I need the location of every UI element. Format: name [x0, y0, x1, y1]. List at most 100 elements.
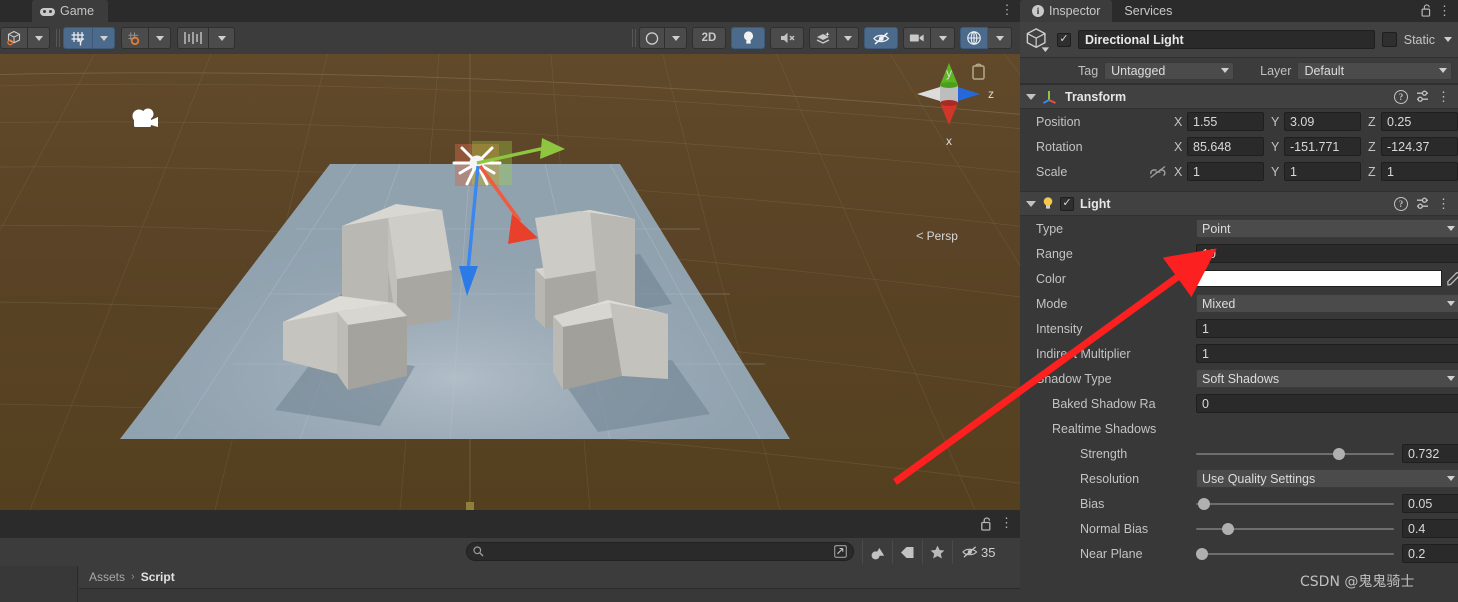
- object-name-field[interactable]: Directional Light: [1078, 30, 1375, 49]
- lock-open-icon[interactable]: [1421, 4, 1432, 17]
- slider-knob[interactable]: [1196, 547, 1208, 560]
- light-intensity-field[interactable]: 1: [1196, 319, 1458, 338]
- kebab-menu-icon[interactable]: ⋮: [1437, 90, 1450, 103]
- chevron-down-icon: [155, 35, 164, 41]
- pivot-tool-dropdown[interactable]: [28, 27, 50, 49]
- chevron-down-icon: [99, 35, 108, 41]
- eyedropper-icon[interactable]: [1446, 271, 1458, 287]
- light-mode-dropdown[interactable]: Mixed: [1196, 294, 1458, 313]
- light-shadow-type-label: Shadow Type: [1036, 371, 1112, 386]
- component-header-transform[interactable]: Transform ? ⋮: [1020, 84, 1458, 109]
- project-search-box[interactable]: [466, 542, 854, 561]
- tab-inspector[interactable]: i Inspector: [1020, 0, 1113, 22]
- filter-favorites-button[interactable]: [922, 540, 952, 564]
- layer-dropdown[interactable]: Default: [1297, 61, 1452, 80]
- transform-move-gizmo[interactable]: [420, 116, 620, 316]
- position-z-field[interactable]: 0.25: [1381, 112, 1458, 131]
- window-expand-icon[interactable]: [834, 545, 847, 558]
- light-near-plane-slider[interactable]: [1196, 544, 1394, 563]
- position-x-field[interactable]: 1.55: [1187, 112, 1264, 131]
- filter-by-type-button[interactable]: [862, 540, 892, 564]
- light-near-plane-field[interactable]: 0.2: [1402, 544, 1458, 563]
- inspector-menu-icon[interactable]: ⋮: [1438, 3, 1451, 18]
- scale-z-field[interactable]: 1: [1381, 162, 1458, 181]
- increment-snap-dropdown[interactable]: [209, 27, 235, 49]
- component-header-light[interactable]: ✓ Light ? ⋮: [1020, 191, 1458, 216]
- light-bias-label: Bias: [1080, 496, 1105, 511]
- magnet-snap-dropdown[interactable]: [149, 27, 171, 49]
- light-normal-bias-slider[interactable]: [1196, 519, 1394, 538]
- filter-by-label-button[interactable]: [892, 540, 922, 564]
- project-file-grid[interactable]: [79, 588, 1020, 602]
- rotation-y-field[interactable]: -151.771: [1284, 137, 1361, 156]
- static-checkbox[interactable]: [1381, 32, 1397, 47]
- grid-snap-dropdown[interactable]: [93, 27, 115, 49]
- light-enabled-checkbox[interactable]: ✓: [1060, 196, 1074, 211]
- scene-camera-gizmo-icon[interactable]: [128, 106, 162, 132]
- light-baked-shadow-radius-field[interactable]: 0: [1196, 394, 1458, 413]
- 2d-toggle[interactable]: 2D: [692, 27, 726, 49]
- preset-icon[interactable]: [1416, 197, 1429, 210]
- camera-settings[interactable]: [903, 27, 931, 49]
- breadcrumb-assets[interactable]: Assets: [89, 570, 125, 584]
- grid-snap[interactable]: [63, 27, 93, 49]
- light-indirect-multiplier-field[interactable]: 1: [1196, 344, 1458, 363]
- light-strength-slider[interactable]: [1196, 444, 1394, 463]
- shading-mode-dropdown[interactable]: [665, 27, 687, 49]
- light-normal-bias-label: Normal Bias: [1080, 521, 1149, 536]
- light-range-field[interactable]: 10: [1196, 244, 1458, 263]
- tab-game[interactable]: Game: [32, 0, 109, 22]
- light-resolution-dropdown[interactable]: Use Quality Settings: [1196, 469, 1458, 488]
- static-dropdown-icon[interactable]: [1444, 37, 1452, 42]
- hidden-objects-toggle[interactable]: [864, 27, 898, 49]
- slider-knob[interactable]: [1197, 497, 1210, 510]
- gizmos-dropdown[interactable]: [988, 27, 1012, 49]
- camera-dropdown[interactable]: [931, 27, 955, 49]
- light-color-swatch[interactable]: [1196, 270, 1442, 287]
- rotation-z-field[interactable]: -124.37: [1381, 137, 1458, 156]
- breadcrumb-script[interactable]: Script: [141, 570, 175, 584]
- effects-dropdown[interactable]: [837, 27, 859, 49]
- hidden-objects-counter[interactable]: 35: [952, 540, 995, 564]
- increment-snap[interactable]: [177, 27, 209, 49]
- position-y-field[interactable]: 3.09: [1284, 112, 1361, 131]
- cube-prefab-icon[interactable]: [1026, 27, 1050, 53]
- projection-mode-label[interactable]: < Persp: [916, 228, 958, 243]
- preset-icon[interactable]: [1416, 90, 1429, 103]
- rotation-x-field[interactable]: 85.648: [1187, 137, 1264, 156]
- help-icon[interactable]: ?: [1394, 196, 1408, 211]
- scene-lighting-toggle[interactable]: [731, 27, 765, 49]
- light-normal-bias-field[interactable]: 0.4: [1402, 519, 1458, 538]
- lock-open-icon[interactable]: [981, 517, 992, 531]
- scene-view-menu-icon[interactable]: ⋮: [1000, 3, 1014, 19]
- position-x-value: 1.55: [1193, 114, 1218, 129]
- scale-y-field[interactable]: 1: [1284, 162, 1361, 181]
- slider-knob[interactable]: [1221, 522, 1234, 535]
- foldout-arrow-icon[interactable]: [1026, 200, 1036, 207]
- object-enabled-checkbox[interactable]: ✓: [1057, 32, 1071, 47]
- scene-audio-toggle[interactable]: [770, 27, 804, 49]
- foldout-arrow-icon[interactable]: [1026, 93, 1036, 100]
- tag-dropdown[interactable]: Untagged: [1104, 61, 1235, 80]
- light-bias-slider[interactable]: [1196, 494, 1394, 513]
- constrain-off-icon[interactable]: [1149, 165, 1167, 179]
- light-bias-field[interactable]: 0.05: [1402, 494, 1458, 513]
- gizmos-toggle[interactable]: [960, 27, 988, 49]
- project-panel-menu-icon[interactable]: ⋮: [1000, 515, 1013, 530]
- search-input[interactable]: [488, 545, 834, 558]
- scale-x-field[interactable]: 1: [1187, 162, 1264, 181]
- project-tree-panel[interactable]: [0, 566, 78, 602]
- kebab-menu-icon[interactable]: ⋮: [1437, 197, 1450, 210]
- tab-services[interactable]: Services: [1112, 0, 1184, 22]
- effects-toggle[interactable]: [809, 27, 837, 49]
- light-strength-field[interactable]: 0.732: [1402, 444, 1458, 463]
- pivot-tool[interactable]: [0, 27, 28, 49]
- shading-mode[interactable]: [639, 27, 665, 49]
- help-icon[interactable]: ?: [1394, 89, 1408, 104]
- light-type-dropdown[interactable]: Point: [1196, 219, 1458, 238]
- slider-knob[interactable]: [1332, 447, 1345, 460]
- light-shadow-type-dropdown[interactable]: Soft Shadows: [1196, 369, 1458, 388]
- scene-orientation-gizmo[interactable]: y z x: [895, 57, 1005, 182]
- scene-viewport[interactable]: y z x < Persp: [0, 54, 1020, 510]
- magnet-snap[interactable]: [121, 27, 149, 49]
